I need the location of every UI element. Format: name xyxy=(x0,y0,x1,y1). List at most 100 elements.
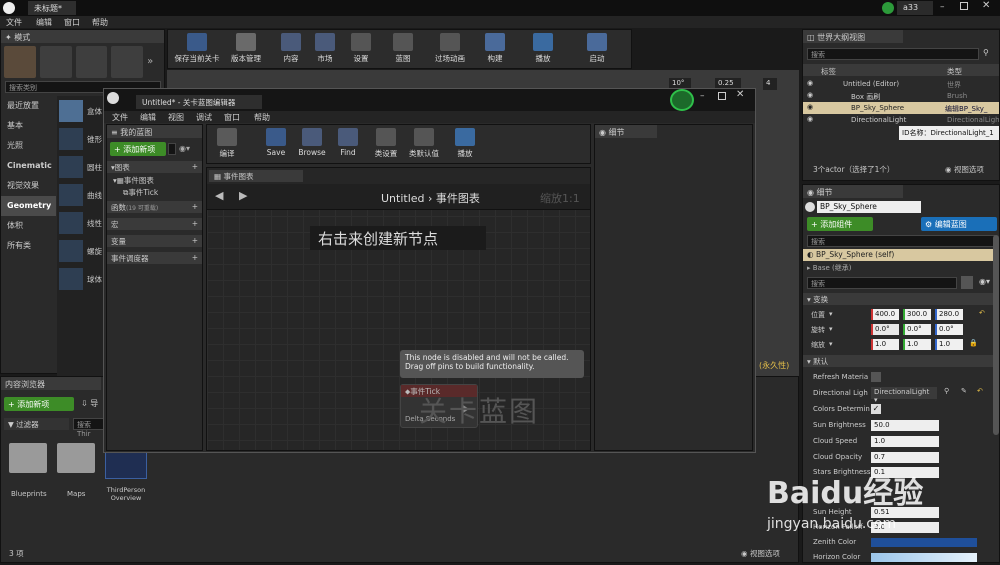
minimize-icon[interactable]: – xyxy=(940,2,945,12)
folder-icon[interactable] xyxy=(57,443,95,473)
user-badge[interactable]: a33 xyxy=(897,1,933,15)
lock-icon[interactable]: 🔒 xyxy=(969,339,978,347)
play-button[interactable]: 播放 xyxy=(528,30,558,68)
maximize-icon[interactable] xyxy=(960,2,968,10)
default-header[interactable]: ▾ 默认 xyxy=(803,355,999,367)
chevron-down-icon[interactable]: ▾ xyxy=(829,325,833,333)
import-button[interactable]: ⇩ 导 xyxy=(81,398,98,409)
back-arrow-icon[interactable]: ◀ xyxy=(215,189,223,202)
rotation-y-field[interactable]: 0.0° xyxy=(903,324,931,335)
curved-stair-icon[interactable] xyxy=(59,184,83,206)
eye-icon[interactable]: ◉▾ xyxy=(179,144,190,153)
add-new-button[interactable]: + 添加新项 xyxy=(4,397,74,411)
bp-menu-file[interactable]: 文件 xyxy=(112,112,128,123)
modes-tab[interactable]: ✦ 模式 xyxy=(1,30,164,43)
paint-mode-icon[interactable] xyxy=(39,46,72,78)
directional-light-dropdown[interactable]: DirectionalLight ▾ xyxy=(871,387,937,404)
category-all-classes[interactable]: 所有类 xyxy=(1,236,56,256)
graphs-section[interactable]: ▾图表 + xyxy=(107,161,202,173)
search-icon[interactable]: ⚲ xyxy=(944,387,949,395)
add-macro-icon[interactable]: + xyxy=(192,219,198,228)
notification-icon[interactable] xyxy=(882,2,894,14)
bp-menu-debug[interactable]: 调试 xyxy=(196,112,212,123)
class-defaults-button[interactable]: 类默认值 xyxy=(405,125,443,163)
bp-play-button[interactable]: 播放 xyxy=(451,125,479,163)
class-settings-button[interactable]: 类设置 xyxy=(369,125,403,163)
spiral-stair-icon[interactable] xyxy=(59,240,83,262)
content-browser-tab[interactable]: 内容浏览器 xyxy=(1,377,101,390)
location-x-field[interactable]: 400.0 xyxy=(871,309,899,320)
cloud-speed-field[interactable]: 1.0 xyxy=(871,436,939,447)
bp-menu-edit[interactable]: 编辑 xyxy=(140,112,156,123)
property-search-input[interactable]: 搜索 xyxy=(807,277,957,289)
scale-z-field[interactable]: 1.0 xyxy=(935,339,963,350)
add-variable-icon[interactable]: + xyxy=(192,236,198,245)
menu-edit[interactable]: 编辑 xyxy=(36,17,52,28)
chevron-down-icon[interactable]: ▾ xyxy=(829,340,833,348)
box-icon[interactable] xyxy=(59,100,83,122)
build-button[interactable]: 构建 xyxy=(478,30,512,68)
menu-window[interactable]: 窗口 xyxy=(64,17,80,28)
close-icon[interactable]: ✕ xyxy=(736,89,744,100)
location-z-field[interactable]: 280.0 xyxy=(935,309,963,320)
chevron-down-icon[interactable]: ▾ xyxy=(829,310,833,318)
breadcrumb-leaf[interactable]: 事件图表 xyxy=(436,192,480,205)
reset-icon[interactable]: ↶ xyxy=(977,387,983,395)
landscape-mode-icon[interactable] xyxy=(75,46,108,78)
content-search-input[interactable]: 搜索 Thir xyxy=(73,418,105,438)
variables-section[interactable]: 变量 + xyxy=(107,235,202,247)
add-component-button[interactable]: + 添加组件 xyxy=(807,217,873,231)
world-outliner-tab[interactable]: ◫ 世界大纲视图 xyxy=(803,30,903,43)
cylinder-icon[interactable] xyxy=(59,156,83,178)
edit-blueprint-button[interactable]: ⚙ 编辑蓝图 xyxy=(921,217,997,231)
browse-button[interactable]: Browse xyxy=(295,125,329,163)
event-tick-item[interactable]: ⧉事件Tick xyxy=(123,187,158,198)
rotation-x-field[interactable]: 0.0° xyxy=(871,324,899,335)
column-type[interactable]: 类型 xyxy=(947,66,962,77)
transform-header[interactable]: ▾ 变换 xyxy=(803,293,999,305)
visibility-eye-icon[interactable]: ◉ xyxy=(807,103,813,111)
category-volumes[interactable]: 体积 xyxy=(1,216,56,236)
breadcrumb-root[interactable]: Untitled xyxy=(381,192,425,205)
folder-icon[interactable] xyxy=(9,443,47,473)
add-graph-icon[interactable]: + xyxy=(192,162,198,171)
add-function-icon[interactable]: + xyxy=(192,202,198,211)
bp-menu-view[interactable]: 视图 xyxy=(168,112,184,123)
marketplace-button[interactable]: 市场 xyxy=(310,30,340,68)
cinematics-button[interactable]: 过场动画 xyxy=(430,30,470,68)
category-basic[interactable]: 基本 xyxy=(1,116,56,136)
event-graph-item[interactable]: ▾▦事件图表 xyxy=(113,175,154,186)
horizon-color-swatch[interactable] xyxy=(871,553,977,562)
bp-tab[interactable]: Untitled* - 关卡蓝图编辑器 xyxy=(136,95,262,109)
refresh-checkbox[interactable] xyxy=(871,372,881,382)
content-view-options[interactable]: ◉ 视图选项 xyxy=(741,548,780,559)
row-type-link[interactable]: 编辑BP_Sky_ xyxy=(945,104,987,114)
scale-x-field[interactable]: 1.0 xyxy=(871,339,899,350)
level-tab[interactable]: 未标题* xyxy=(28,1,76,15)
chevron-right-icon[interactable]: » xyxy=(147,46,159,78)
macros-section[interactable]: 宏 + xyxy=(107,218,202,230)
cloud-opacity-field[interactable]: 0.7 xyxy=(871,452,939,463)
maximize-icon[interactable] xyxy=(718,92,726,100)
visibility-eye-icon[interactable]: ◉ xyxy=(807,91,813,99)
actor-name-field[interactable]: BP_Sky_Sphere xyxy=(817,201,921,213)
details-tab[interactable]: ◉ 细节 xyxy=(803,185,903,198)
category-visual-effects[interactable]: 视觉效果 xyxy=(1,176,56,196)
eyedropper-icon[interactable]: ✎ xyxy=(961,387,967,395)
settings-button[interactable]: 设置 xyxy=(346,30,376,68)
outliner-row[interactable]: ◉ Untitled (Editor) 世界 xyxy=(803,78,999,90)
bp-menu-window[interactable]: 窗口 xyxy=(224,112,240,123)
location-y-field[interactable]: 300.0 xyxy=(903,309,931,320)
category-lights[interactable]: 光照 xyxy=(1,136,56,156)
grid-view-icon[interactable] xyxy=(961,276,973,289)
category-geometry[interactable]: Geometry xyxy=(1,196,56,216)
outliner-row[interactable]: ◉ DirectionalLight DirectionalLigh xyxy=(803,114,1000,126)
reset-icon[interactable]: ↶ xyxy=(979,309,985,317)
cone-icon[interactable] xyxy=(59,128,83,150)
details-scrollbar[interactable] xyxy=(993,235,999,435)
place-mode-icon[interactable] xyxy=(4,46,36,78)
forward-arrow-icon[interactable]: ▶ xyxy=(239,189,247,202)
colors-checkbox[interactable]: ✓ xyxy=(871,404,881,414)
column-label[interactable]: 标签 xyxy=(821,66,836,77)
find-button[interactable]: Find xyxy=(333,125,363,163)
